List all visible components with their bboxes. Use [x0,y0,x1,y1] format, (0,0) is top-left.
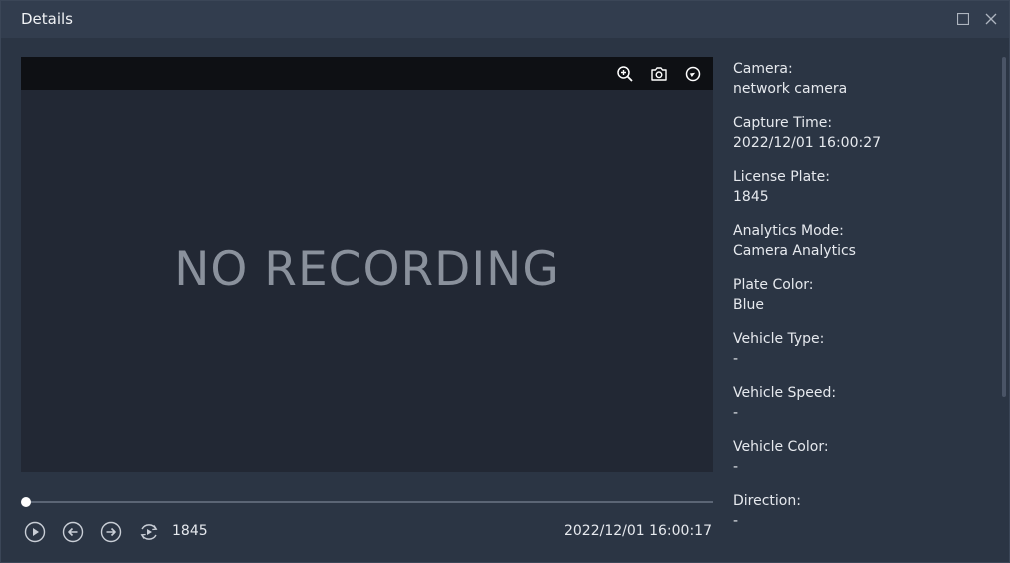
detail-value: - [733,351,739,367]
previous-button[interactable] [62,521,84,543]
detail-value: 2022/12/01 16:00:27 [733,135,882,151]
play-icon [24,521,46,543]
detail-field: Vehicle Color: - [733,437,993,491]
window-title: Details [21,10,74,28]
close-icon [985,13,997,25]
playback-timestamp: 2022/12/01 16:00:17 [563,523,712,539]
zoom-in-button[interactable] [615,64,635,84]
loop-button[interactable] [138,521,160,543]
detail-field: Capture Time: 2022/12/01 16:00:27 [733,113,993,167]
detail-value: - [733,459,739,475]
video-toolbar [21,57,713,90]
details-window: Details NO RECORDING 1845 2022/12/01 16:… [0,0,1010,563]
detail-label: License Plate: [733,169,830,185]
detail-label: Vehicle Speed: [733,385,837,401]
record-icon [685,66,701,82]
detail-field: Direction: - [733,491,993,539]
details-scrollbar[interactable] [1002,57,1006,397]
detail-value: Blue [733,297,764,313]
camera-icon [651,67,667,81]
play-button[interactable] [24,521,46,543]
loop-icon [140,524,158,540]
detail-value: - [733,405,739,421]
detail-field: License Plate: 1845 [733,167,993,221]
video-player[interactable]: NO RECORDING [21,57,713,472]
detail-field: Camera: network camera [733,59,993,113]
detail-label: Plate Color: [733,277,814,293]
playback-timeline[interactable] [21,497,713,507]
title-bar: Details [1,1,1009,38]
details-panel: Camera: network camera Capture Time: 202… [733,59,993,539]
detail-label: Camera: [733,61,793,77]
maximize-button[interactable] [954,10,972,28]
detail-field: Plate Color: Blue [733,275,993,329]
detail-label: Vehicle Type: [733,331,825,347]
maximize-icon [957,13,969,25]
no-recording-message: NO RECORDING [174,242,560,297]
detail-value: Camera Analytics [733,243,856,259]
detail-field: Vehicle Type: - [733,329,993,383]
detail-value: network camera [733,81,848,97]
detail-label: Direction: [733,493,801,509]
zoom-in-icon [617,66,633,82]
detail-value: - [733,513,739,529]
next-button[interactable] [100,521,122,543]
detail-label: Capture Time: [733,115,833,131]
playback-plate-number: 1845 [172,523,208,539]
snapshot-button[interactable] [649,64,669,84]
detail-label: Vehicle Color: [733,439,829,455]
detail-field: Vehicle Speed: - [733,383,993,437]
record-button[interactable] [683,64,703,84]
detail-value: 1845 [733,189,769,205]
detail-field: Analytics Mode: Camera Analytics [733,221,993,275]
arrow-left-icon [62,521,84,543]
timeline-thumb[interactable] [21,497,31,507]
close-button[interactable] [982,10,1000,28]
detail-label: Analytics Mode: [733,223,844,239]
arrow-right-icon [100,521,122,543]
